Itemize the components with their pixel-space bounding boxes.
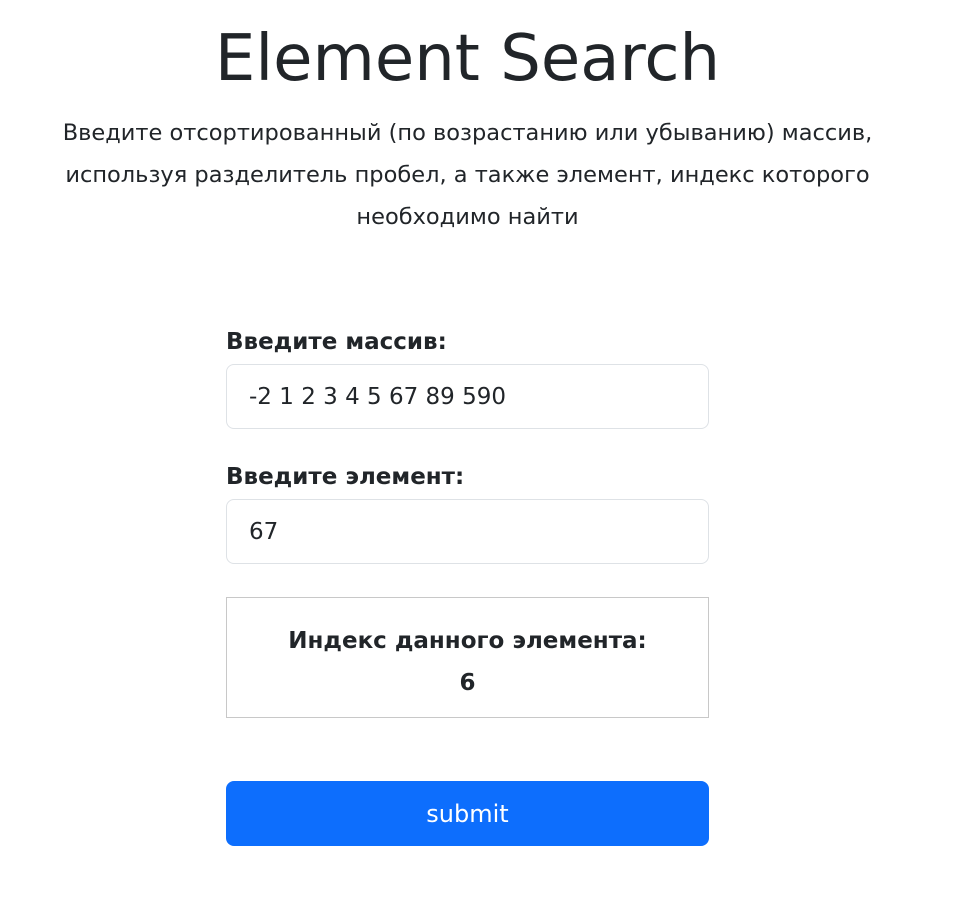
- result-value: 6: [459, 670, 476, 696]
- submit-button[interactable]: submit: [226, 781, 709, 846]
- element-label: Введите элемент:: [226, 464, 465, 490]
- element-form-group: Введите элемент:: [226, 462, 709, 564]
- result-box: Индекс данного элемента: 6: [226, 597, 709, 718]
- page-title: Element Search: [214, 22, 721, 96]
- array-label: Введите массив:: [226, 329, 447, 355]
- element-input[interactable]: [226, 499, 709, 564]
- array-form-group: Введите массив:: [226, 327, 709, 429]
- page-description: Введите отсортированный (по возрастанию …: [62, 120, 873, 230]
- result-label: Индекс данного элемента:: [288, 628, 647, 654]
- array-input[interactable]: [226, 364, 709, 429]
